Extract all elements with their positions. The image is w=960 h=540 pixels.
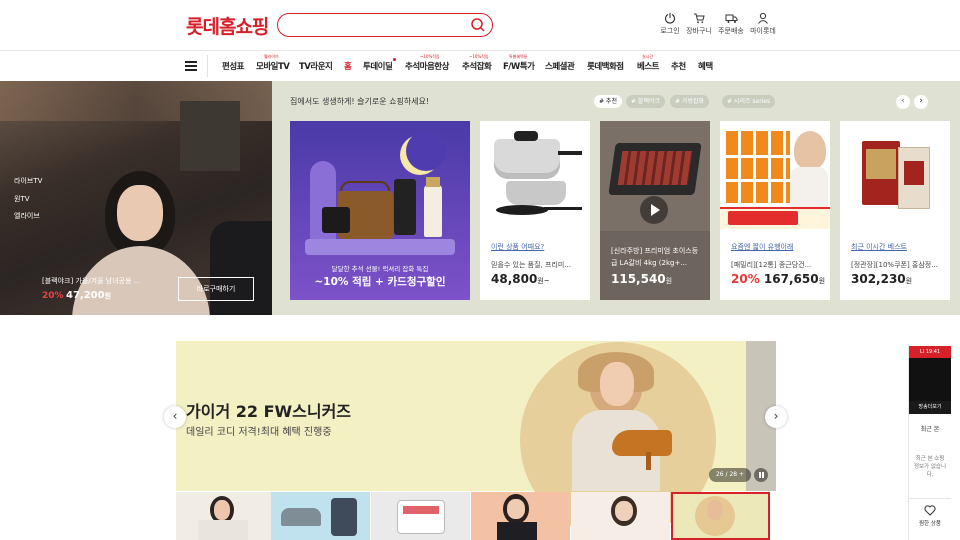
recommend-next-button[interactable]: ›: [914, 95, 928, 109]
search-icon[interactable]: [470, 17, 486, 33]
banner-thumb-6-active[interactable]: [671, 492, 770, 540]
nav-item-tvlounge[interactable]: TV라운지: [299, 60, 333, 72]
banner-thumb-2[interactable]: [271, 492, 370, 540]
chip-blackyak[interactable]: # 블랙야크: [626, 95, 666, 108]
cart-icon: [694, 13, 705, 24]
menu-icon[interactable]: [185, 61, 197, 71]
product-desc: [패밀리][12통] 종근당건...: [731, 261, 812, 269]
delivery-label: 주문배송: [718, 27, 744, 35]
recommend-title: 집에서도 생생하게! 슬기로운 쇼핑하세요!: [290, 97, 430, 106]
banner-thumb-4[interactable]: [471, 492, 570, 540]
nav-item-todaydeal[interactable]: 투데이딜: [363, 60, 393, 72]
banner-prev-button[interactable]: ‹: [164, 406, 186, 428]
cart-label: 장바구니: [686, 27, 712, 35]
live-price: 47,200원: [66, 290, 112, 301]
heart-icon[interactable]: [924, 505, 936, 516]
promo-line2: ~10% 적립 + 카드청구할인: [314, 276, 446, 288]
live-product-title[interactable]: [블랙야크] 가을/겨울 남녀공용 ...: [42, 276, 140, 286]
product-tag: 요즘엔 짧이 유행이래: [731, 243, 794, 251]
nav-item-fw-sale[interactable]: F/W특가: [503, 60, 535, 72]
live-discount: 20%: [42, 291, 64, 301]
product-card-video[interactable]: [신라주방] 프리미엄 초이스등급 LA갈비 4kg (2kg+... 115,…: [600, 121, 710, 300]
shoe-heel: [646, 452, 651, 470]
banner-thumb-3[interactable]: [371, 492, 470, 540]
product-price: 20% 167,650원: [731, 272, 826, 286]
banner-counter[interactable]: 26 / 28 +: [709, 468, 751, 482]
banner-thumb-5[interactable]: [571, 492, 670, 540]
live-tab-livetv[interactable]: 라이브TV: [14, 176, 42, 186]
nav-item-schedule[interactable]: 편성표: [222, 60, 244, 72]
nav-item-department[interactable]: 롯데백화점: [587, 60, 624, 72]
product-image: [840, 121, 950, 231]
play-icon[interactable]: [640, 196, 668, 224]
product-desc: [정관장][10%쿠폰] 홍삼정...: [851, 261, 938, 269]
product-price: 302,230원: [851, 272, 913, 286]
product-desc: [신라주방] 프리미엄 초이스등급 LA갈비 4kg (2kg+...: [611, 247, 699, 267]
recent-empty: 최근 본 쇼핑 정보가 없습니다.: [913, 456, 947, 478]
mypage-label: 마이롯데: [750, 27, 776, 35]
product-image: [480, 121, 590, 231]
rail-live-tag: LI 19:41: [909, 346, 951, 358]
chip-recommend[interactable]: # 추천: [594, 95, 622, 108]
search-box[interactable]: [277, 13, 493, 37]
product-price: 48,800원~: [491, 272, 550, 286]
nav-item-recommend[interactable]: 추천: [671, 60, 686, 72]
nav-item-chuseok-goods[interactable]: 추석잡화: [462, 60, 492, 72]
mypage-button[interactable]: 마이롯데: [741, 12, 785, 36]
recommend-prev-button[interactable]: ‹: [896, 95, 910, 109]
banner-title: 가이거 22 FW스니커즈: [186, 402, 352, 421]
search-input[interactable]: [288, 17, 468, 33]
liked-items-label[interactable]: 찜한 상품: [909, 519, 951, 527]
nav-item-chuseok-table[interactable]: 추석마음한상: [405, 60, 449, 72]
nav-divider: [207, 55, 208, 77]
live-tab-onetv[interactable]: 원TV: [14, 194, 30, 204]
chip-bag[interactable]: # 가방잡화: [670, 95, 710, 108]
model-face: [600, 362, 634, 406]
nav-item-best[interactable]: 베스트: [637, 60, 659, 72]
promo-line1: 달달한 추석 선물! 럭셔리 잡화 특집: [331, 265, 429, 273]
product-tag: 최근 이시간 베스트: [851, 243, 907, 251]
more-broadcast-button[interactable]: 방송더보기: [909, 401, 951, 414]
banner-next-button[interactable]: ›: [765, 406, 787, 428]
nav-item-mobiletv[interactable]: 모바일TV: [256, 60, 290, 72]
product-card[interactable]: 이런 상품 어때요? 믿을수 있는 품질, 프리미... 48,800원~: [480, 121, 590, 300]
banner-thumb-1[interactable]: [176, 492, 275, 540]
nav-item-special[interactable]: 스페셜관: [545, 60, 575, 72]
user-icon: [758, 12, 768, 24]
delivery-icon: [725, 14, 737, 23]
recent-title: 최근 본: [920, 426, 940, 433]
rail-divider: [909, 498, 951, 499]
promo-card[interactable]: 달달한 추석 선물! 럭셔리 잡화 특집 ~10% 적립 + 카드청구할인: [290, 121, 470, 300]
nav-item-home[interactable]: 홈: [344, 60, 352, 72]
buy-now-button[interactable]: 바로구매하기: [178, 277, 254, 301]
product-image: [720, 121, 830, 231]
site-logo[interactable]: 롯데홈쇼핑: [186, 12, 269, 39]
nav-item-benefit[interactable]: 혜택: [698, 60, 713, 72]
product-card[interactable]: 요즘엔 짧이 유행이래 [패밀리][12통] 종근당건... 20% 167,6…: [720, 121, 830, 300]
power-icon: [664, 13, 676, 24]
new-dot: [393, 58, 396, 61]
banner-subtitle: 데일리 코디 저격!최대 혜택 진행중: [186, 427, 332, 438]
header-divider: [0, 50, 960, 51]
live-tab-elive[interactable]: 엘라이브: [14, 211, 40, 221]
product-desc: 믿을수 있는 품질, 프리미...: [491, 261, 571, 269]
product-card[interactable]: 최근 이시간 베스트 [정관장][10%쿠폰] 홍삼정... 302,230원: [840, 121, 950, 300]
chip-series[interactable]: # 시리즈 series: [722, 95, 776, 108]
product-tag: 이런 상품 어때요?: [491, 243, 545, 251]
product-price: 115,540원: [611, 272, 673, 286]
shoe-image: [612, 430, 672, 456]
pause-icon[interactable]: [754, 468, 768, 482]
